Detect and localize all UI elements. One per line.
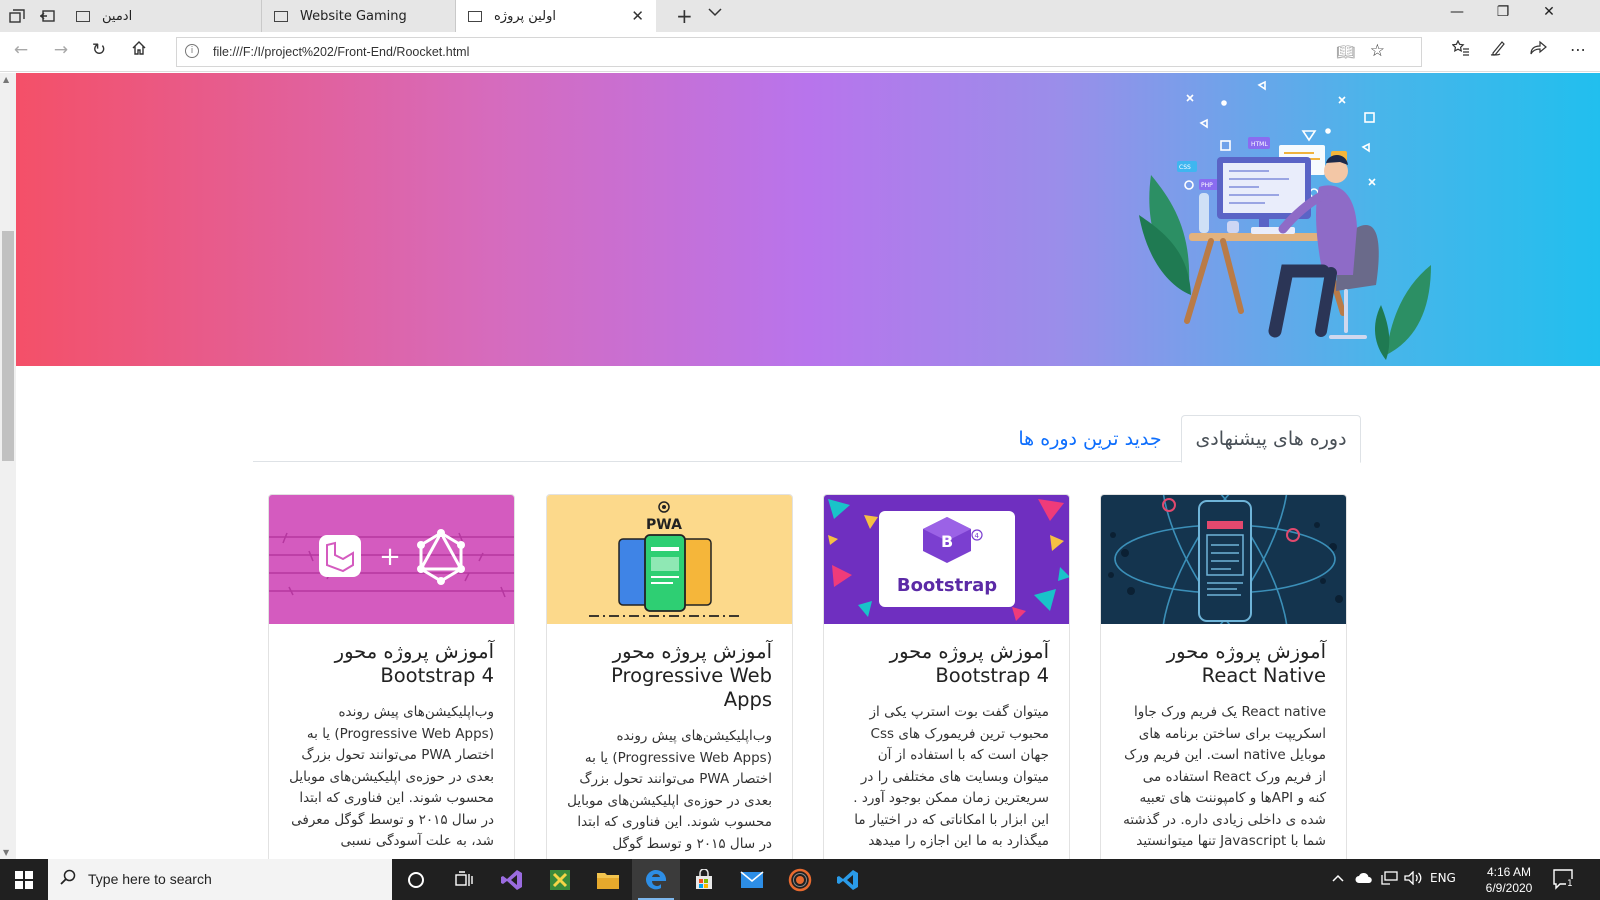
tab-list-chevron-down-icon[interactable] [708, 6, 722, 21]
address-text[interactable]: file:///F:/I/project%202/Front-End/Roock… [213, 45, 469, 59]
ide-icon[interactable] [536, 859, 584, 900]
card-description: React native یک فریم ورک جاوا اسکریپت بر… [1123, 704, 1326, 859]
taskbar-search[interactable]: Type here to search [48, 859, 392, 900]
scroll-down-arrow-icon[interactable]: ▼ [3, 848, 9, 857]
browser-tab-website-gaming[interactable]: Website Gaming [262, 0, 456, 32]
page-viewport: ▲ ▼ HTML JS CSS PHP [0, 73, 1600, 859]
network-icon[interactable] [1380, 871, 1398, 888]
close-window-button[interactable]: ✕ [1526, 4, 1572, 28]
scroll-up-arrow-icon[interactable]: ▲ [3, 75, 9, 84]
vertical-scrollbar[interactable]: ▲ ▼ [0, 73, 16, 859]
card-title[interactable]: آموزش پروژه محور Bootstrap 4 [844, 640, 1049, 688]
hero-label: CSS [1179, 164, 1191, 171]
minimize-button[interactable]: — [1434, 4, 1480, 28]
onedrive-cloud-icon[interactable] [1355, 872, 1373, 887]
card-description: وب‌اپلیکیشن‌های پیش رونده (Progressive W… [567, 728, 772, 852]
course-card-bootstrap-laravel[interactable]: + آموزش پروژه محور Bootstrap 4 وب‌اپلیکی… [268, 494, 515, 859]
restore-button[interactable]: ❐ [1480, 4, 1526, 28]
laravel-graphql-card-image: + [269, 495, 514, 624]
tab-newest-courses[interactable]: جدید ترین دوره ها [1005, 415, 1175, 462]
input-language[interactable]: ENG [1430, 871, 1456, 885]
pwa-card-image: PWA [547, 495, 792, 624]
media-player-icon[interactable] [776, 859, 824, 900]
browser-toolbar: ← → ↻ i file:///F:/I/project%202/Front-E… [0, 32, 1600, 72]
course-tabs: دوره های پیشنهادی جدید ترین دوره ها [253, 415, 1361, 463]
bootstrap-card-image: B 4 Bootstrap [824, 495, 1069, 624]
refresh-icon[interactable]: ↻ [86, 40, 112, 64]
card-body: آموزش پروژه محور Bootstrap 4 میتوان گفت … [844, 640, 1049, 853]
browser-tab-first-project[interactable]: اولین پروژه ✕ [456, 0, 656, 32]
volume-icon[interactable] [1404, 870, 1422, 888]
windows-start-icon[interactable] [0, 859, 48, 900]
show-hidden-icons-chevron-up-icon[interactable] [1332, 871, 1344, 885]
course-card-bootstrap[interactable]: B 4 Bootstrap آموزش پروژه محور Bootstrap… [823, 494, 1070, 859]
svg-text:B: B [941, 532, 953, 551]
file-explorer-icon[interactable] [584, 859, 632, 900]
vscode-icon[interactable] [824, 859, 872, 900]
card-title[interactable]: آموزش پروژه محور Bootstrap 4 [289, 640, 494, 688]
page-icon [468, 10, 482, 22]
windows-taskbar: Type here to search ENG 4:16 AM 6/9/2020… [0, 859, 1600, 900]
share-icon[interactable] [1530, 40, 1548, 60]
reading-view-icon[interactable]: 📖︎ [1336, 43, 1355, 61]
hero-label: PHP [1201, 182, 1213, 189]
clock-time: 4:16 AM [1486, 865, 1532, 879]
card-description: میتوان گفت بوت استرپ یکی از محبوب ترین ف… [853, 704, 1049, 849]
tab-title: اولین پروژه [494, 8, 556, 24]
notification-count: 1 [1566, 879, 1574, 889]
version-badge: 4 [975, 532, 980, 540]
visual-studio-icon[interactable] [488, 859, 536, 900]
edge-browser-icon[interactable] [632, 859, 680, 900]
set-tabs-aside-icon[interactable] [32, 4, 62, 28]
address-bar[interactable]: i file:///F:/I/project%202/Front-End/Roo… [176, 37, 1422, 67]
card-description: وب‌اپلیکیشن‌های پیش رونده (Progressive W… [289, 704, 494, 849]
home-icon[interactable] [126, 40, 152, 64]
page-icon [76, 10, 90, 22]
close-tab-icon[interactable]: ✕ [631, 7, 644, 25]
react-native-card-image [1101, 495, 1346, 624]
info-icon[interactable]: i [185, 44, 199, 58]
svg-text:+: + [379, 542, 401, 572]
search-icon [60, 869, 76, 890]
task-view-icon[interactable] [440, 859, 488, 900]
mail-icon[interactable] [728, 859, 776, 900]
card-title[interactable]: آموزش پروژه محور React Native [1121, 640, 1326, 688]
tab-title: Website Gaming [300, 8, 407, 24]
forward-arrow-icon[interactable]: → [48, 40, 74, 64]
card-title[interactable]: آموزش پروژه محور Progressive Web Apps [567, 640, 772, 712]
favorites-hub-icon[interactable] [1451, 39, 1470, 60]
hero-banner: HTML JS CSS PHP [16, 73, 1600, 366]
page-icon [274, 10, 288, 22]
favorite-star-icon[interactable]: ☆ [1370, 41, 1385, 61]
clock-date: 6/9/2020 [1485, 881, 1533, 895]
developer-illustration: HTML JS CSS PHP [1139, 80, 1431, 360]
pwa-logo-text: PWA [646, 517, 682, 533]
card-body: آموزش پروژه محور Bootstrap 4 وب‌اپلیکیشن… [289, 640, 494, 853]
more-options-icon[interactable]: ⋯ [1570, 40, 1586, 59]
new-tab-button[interactable]: + [676, 4, 693, 28]
tab-suggested-courses[interactable]: دوره های پیشنهادی [1181, 415, 1361, 463]
cortana-icon[interactable] [392, 859, 440, 900]
action-center-icon[interactable]: 1 [1552, 868, 1574, 890]
store-icon[interactable] [680, 859, 728, 900]
scrollbar-thumb[interactable] [2, 231, 14, 461]
hero-label: HTML [1251, 141, 1268, 148]
card-body: آموزش پروژه محور Progressive Web Apps وب… [567, 640, 772, 855]
search-placeholder[interactable]: Type here to search [88, 871, 212, 887]
course-card-pwa[interactable]: PWA آموزش پروژه محور Progressive Web App… [546, 494, 793, 859]
taskbar-clock[interactable]: 4:16 AM 6/9/2020 [1474, 864, 1544, 896]
pen-icon[interactable] [1490, 40, 1508, 60]
tab-actions-icon[interactable] [2, 4, 32, 28]
course-card-react-native[interactable]: آموزش پروژه محور React Native React nati… [1100, 494, 1347, 859]
browser-tab-strip: ادمین Website Gaming اولین پروژه ✕ + — ❐… [0, 0, 1600, 32]
tab-title: ادمین [102, 8, 133, 24]
card-body: آموزش پروژه محور React Native React nati… [1121, 640, 1326, 859]
browser-tab-admin[interactable]: ادمین [64, 0, 262, 32]
bootstrap-logo-text: Bootstrap [897, 575, 997, 596]
back-arrow-icon[interactable]: ← [8, 40, 34, 64]
